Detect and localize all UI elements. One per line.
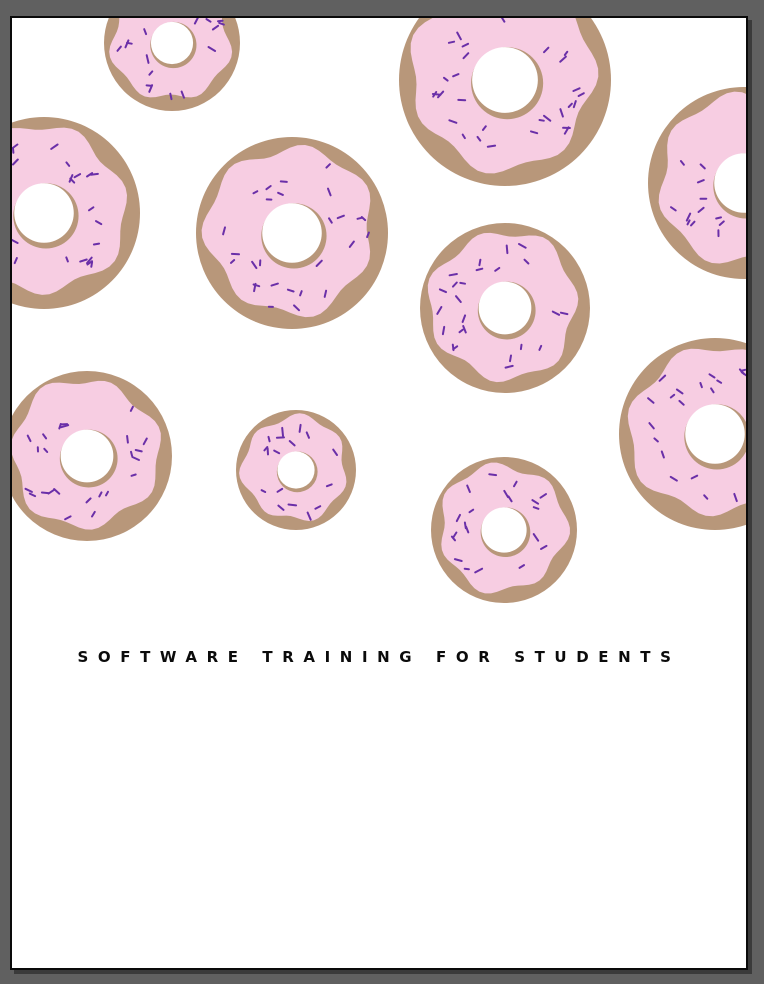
donut-sprinkle <box>699 382 703 389</box>
donut-hole <box>60 429 114 483</box>
donut-icon <box>420 223 590 393</box>
donut-icon <box>648 87 746 279</box>
donut-hole <box>262 203 322 263</box>
document-headline: SOFTWARE TRAINING FOR STUDENTS <box>77 648 681 666</box>
donut-sprinkle <box>488 473 498 477</box>
donut-sprinkle <box>279 180 288 183</box>
donut-sprinkle <box>486 144 497 148</box>
donut-sprinkle <box>126 435 129 444</box>
donut-sprinkle <box>463 567 470 571</box>
donut-sprinkle <box>323 289 328 298</box>
donut-sprinkle <box>281 426 284 437</box>
donut-sprinkle <box>130 450 134 457</box>
donut-hole <box>481 507 527 553</box>
donut-sprinkle <box>89 172 99 176</box>
donut-sprinkle <box>478 258 482 267</box>
donut-icon <box>12 117 140 309</box>
donut-icon <box>236 410 356 530</box>
donut-hole <box>472 47 538 113</box>
donut-sprinkle <box>519 343 523 351</box>
donut-sprinkle <box>298 423 302 433</box>
donut-hole <box>478 281 532 335</box>
donut-hole <box>685 404 745 464</box>
donut-sprinkle <box>459 281 466 285</box>
donut-sprinkle <box>267 435 271 443</box>
donut-sprinkle <box>448 273 458 277</box>
donut-pattern <box>12 18 746 603</box>
donut-icon <box>399 18 611 186</box>
donut-sprinkle <box>559 311 569 316</box>
donut-sprinkle <box>169 92 173 101</box>
donut-sprinkle <box>40 491 50 495</box>
donut-sprinkle <box>447 40 456 44</box>
donut-sprinkle <box>217 19 224 23</box>
donut-sprinkle <box>505 244 509 255</box>
donut-hole <box>150 21 194 65</box>
donut-sprinkle <box>715 216 722 220</box>
donut-sprinkle <box>538 119 545 122</box>
donut-sprinkle <box>134 449 143 453</box>
donut-icon <box>619 338 746 530</box>
donut-sprinkle <box>740 368 746 372</box>
donut-sprinkle <box>92 242 101 246</box>
donut-sprinkle <box>475 267 484 272</box>
donut-hole <box>14 183 74 243</box>
donut-icon <box>196 137 388 329</box>
donut-sprinkle <box>509 354 512 363</box>
donut-sprinkle <box>441 325 446 336</box>
donut-sprinkle <box>287 503 298 507</box>
donut-icon <box>104 18 240 111</box>
document-page[interactable]: SOFTWARE TRAINING FOR STUDENTS <box>10 16 748 970</box>
donut-icon <box>431 457 577 603</box>
donut-icon <box>12 371 172 541</box>
donut-sprinkle <box>130 473 137 477</box>
donut-hole <box>277 451 315 489</box>
donut-sprinkle <box>253 282 257 293</box>
